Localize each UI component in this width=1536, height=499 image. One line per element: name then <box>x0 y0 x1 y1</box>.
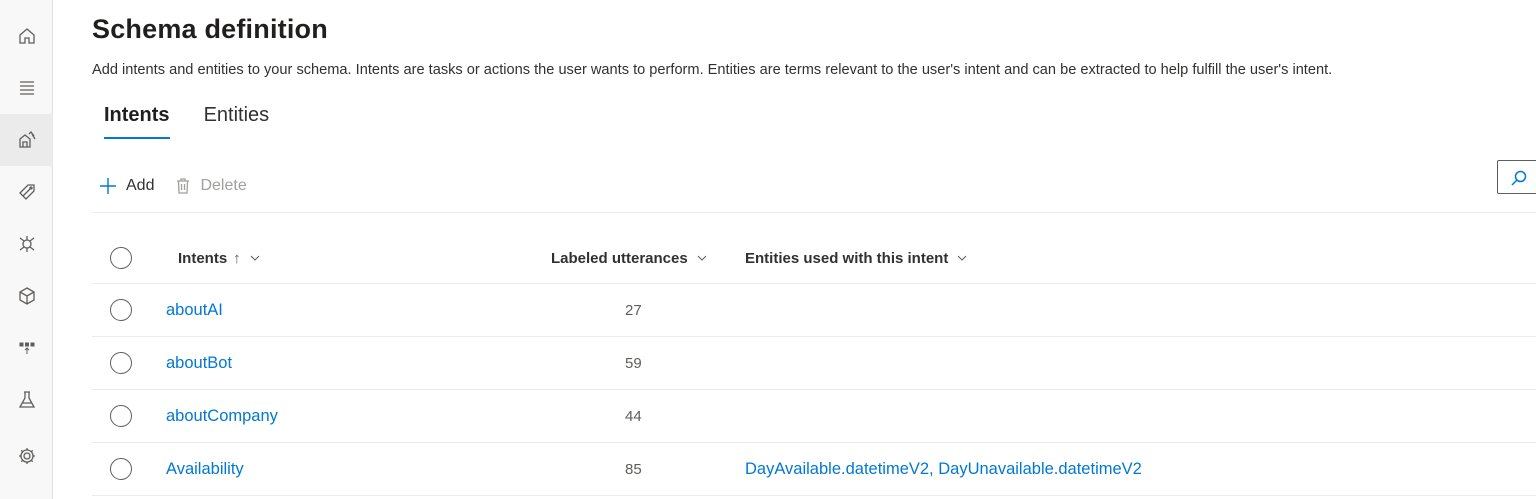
rail-settings-button[interactable] <box>0 430 53 482</box>
search-button[interactable] <box>1497 160 1536 194</box>
delete-button[interactable]: Delete <box>174 177 247 195</box>
command-bar: Add Delete <box>92 168 267 204</box>
sort-ascending-icon: ↑ <box>233 249 241 267</box>
add-label: Add <box>126 177 155 194</box>
tab-entities[interactable]: Entities <box>204 100 270 140</box>
rail-box-button[interactable] <box>0 270 53 322</box>
row-select-radio[interactable] <box>110 458 132 480</box>
row-select-radio[interactable] <box>110 299 132 321</box>
chevron-down-icon <box>250 255 260 261</box>
column-header-intents-label: Intents <box>178 249 228 267</box>
column-header-labeled-utterances[interactable]: Labeled utterances <box>551 232 708 284</box>
rail-tag-button[interactable] <box>0 166 53 218</box>
column-header-entities-label: Entities used with this intent <box>745 249 949 267</box>
table-row[interactable]: aboutCompany 44 <box>92 390 1536 443</box>
table-header: Intents ↑ Labeled utterances Entities us… <box>92 232 1536 284</box>
labeled-utterances-count: 44 <box>625 408 642 425</box>
rail-deploy-button[interactable] <box>0 322 53 374</box>
rail-list-button[interactable] <box>0 62 53 114</box>
intent-entities-links[interactable]: DayAvailable.datetimeV2, DayUnavailable.… <box>745 443 1142 496</box>
trash-icon <box>177 178 190 194</box>
table-row[interactable]: Availability 85 DayAvailable.datetimeV2,… <box>92 443 1536 496</box>
gear-icon <box>18 448 35 464</box>
flask-icon <box>18 391 35 408</box>
labeled-utterances-count: 85 <box>625 461 642 478</box>
select-all-radio[interactable] <box>110 247 132 269</box>
table-row[interactable]: aboutAI 27 <box>92 284 1536 337</box>
intent-name-link[interactable]: aboutCompany <box>166 390 278 443</box>
tab-intents[interactable]: Intents <box>104 100 170 140</box>
labeled-utterances-count: 27 <box>625 302 642 319</box>
column-header-entities[interactable]: Entities used with this intent <box>745 232 968 284</box>
intent-name-link[interactable]: Availability <box>166 443 244 496</box>
column-header-intents[interactable]: Intents ↑ <box>178 232 261 284</box>
add-button[interactable]: Add <box>98 176 154 196</box>
chevron-down-icon <box>697 255 707 261</box>
labeled-utterances-count: 59 <box>625 355 642 372</box>
delete-label: Delete <box>200 177 247 194</box>
rail-schema-button[interactable] <box>0 114 53 166</box>
plus-icon <box>100 178 116 194</box>
box-icon <box>18 287 35 305</box>
intent-name-link[interactable]: aboutBot <box>166 337 232 390</box>
schema-icon <box>18 131 36 148</box>
chevron-down-icon <box>957 255 967 261</box>
row-select-radio[interactable] <box>110 352 132 374</box>
row-select-radio[interactable] <box>110 405 132 427</box>
main-content: Schema definition Add intents and entiti… <box>92 0 1536 499</box>
page-description: Add intents and entities to your schema.… <box>92 62 1333 78</box>
intents-table: Intents ↑ Labeled utterances Entities us… <box>92 232 1536 496</box>
search-icon <box>1511 170 1527 186</box>
toolbar-divider <box>92 212 1536 213</box>
deploy-icon <box>19 342 34 354</box>
tag-icon <box>18 184 35 200</box>
column-header-labeled-label: Labeled utterances <box>551 249 688 267</box>
schema-tabs: Intents Entities <box>104 100 303 140</box>
rail-model-button[interactable] <box>0 218 53 270</box>
intent-name-link[interactable]: aboutAI <box>166 284 223 337</box>
list-icon <box>19 81 34 95</box>
page-title: Schema definition <box>92 14 328 44</box>
left-nav-rail <box>0 0 53 499</box>
home-icon <box>18 28 35 44</box>
model-icon <box>19 236 34 252</box>
table-row[interactable]: aboutBot 59 <box>92 337 1536 390</box>
rail-home-button[interactable] <box>0 10 53 62</box>
rail-test-button[interactable] <box>0 374 53 426</box>
